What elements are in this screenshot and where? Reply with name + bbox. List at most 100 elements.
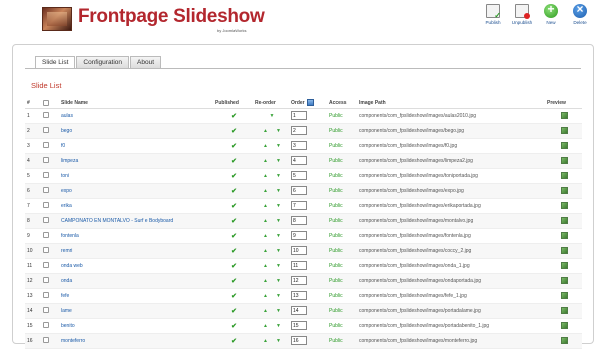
access-link[interactable]: Public	[327, 138, 357, 154]
preview-image-icon[interactable]	[561, 262, 568, 269]
access-link[interactable]: Public	[327, 153, 357, 169]
slide-name-link[interactable]: fontenla	[59, 228, 213, 244]
row-checkbox[interactable]	[43, 127, 49, 134]
order-input[interactable]	[291, 126, 307, 135]
new-button[interactable]: New	[539, 2, 563, 25]
row-checkbox[interactable]	[43, 157, 49, 164]
move-down-icon[interactable]: ▼	[276, 173, 281, 179]
row-checkbox[interactable]	[43, 322, 49, 329]
publish-button[interactable]: Publish	[481, 4, 505, 25]
order-input[interactable]	[291, 306, 307, 315]
access-link[interactable]: Public	[327, 228, 357, 244]
order-input[interactable]	[291, 291, 307, 300]
slide-name-link[interactable]: erika	[59, 198, 213, 214]
move-down-icon[interactable]: ▼	[276, 248, 281, 254]
row-checkbox[interactable]	[43, 262, 49, 269]
move-up-icon[interactable]: ▲	[263, 128, 268, 134]
move-up-icon[interactable]: ▲	[263, 338, 268, 344]
preview-image-icon[interactable]	[561, 217, 568, 224]
access-link[interactable]: Public	[327, 168, 357, 184]
access-link[interactable]: Public	[327, 258, 357, 274]
published-check-icon[interactable]: ✔	[231, 218, 237, 225]
move-up-icon[interactable]: ▲	[263, 143, 268, 149]
preview-image-icon[interactable]	[561, 247, 568, 254]
col-order[interactable]: Order	[289, 98, 327, 109]
preview-image-icon[interactable]	[561, 187, 568, 194]
published-check-icon[interactable]: ✔	[231, 203, 237, 210]
row-checkbox[interactable]	[43, 187, 49, 194]
move-down-icon[interactable]: ▼	[276, 308, 281, 314]
row-checkbox[interactable]	[43, 307, 49, 314]
order-input[interactable]	[291, 156, 307, 165]
preview-image-icon[interactable]	[561, 127, 568, 134]
preview-image-icon[interactable]	[561, 277, 568, 284]
row-checkbox[interactable]	[43, 232, 49, 239]
move-up-icon[interactable]: ▲	[263, 308, 268, 314]
preview-image-icon[interactable]	[561, 232, 568, 239]
published-check-icon[interactable]: ✔	[231, 248, 237, 255]
tab-slide-list[interactable]: Slide List	[35, 56, 76, 68]
slide-name-link[interactable]: benito	[59, 318, 213, 334]
order-input[interactable]	[291, 261, 307, 270]
unpublish-button[interactable]: Unpublish	[510, 4, 534, 25]
order-input[interactable]	[291, 321, 307, 330]
slide-name-link[interactable]: expo	[59, 183, 213, 199]
move-down-icon[interactable]: ▼	[276, 278, 281, 284]
tab-configuration[interactable]: Configuration	[76, 56, 130, 68]
access-link[interactable]: Public	[327, 318, 357, 334]
move-up-icon[interactable]: ▲	[263, 323, 268, 329]
order-input[interactable]	[291, 186, 307, 195]
order-input[interactable]	[291, 171, 307, 180]
delete-button[interactable]: Delete	[568, 2, 592, 25]
move-down-icon[interactable]: ▼	[276, 218, 281, 224]
access-link[interactable]: Public	[327, 333, 357, 349]
preview-image-icon[interactable]	[561, 292, 568, 299]
slide-name-link[interactable]: f0	[59, 138, 213, 154]
order-input[interactable]	[291, 231, 307, 240]
slide-name-link[interactable]: toni	[59, 168, 213, 184]
move-down-icon[interactable]: ▼	[276, 233, 281, 239]
move-down-icon[interactable]: ▼	[276, 203, 281, 209]
row-checkbox[interactable]	[43, 142, 49, 149]
slide-name-link[interactable]: fefe	[59, 288, 213, 304]
row-checkbox[interactable]	[43, 217, 49, 224]
row-checkbox[interactable]	[43, 172, 49, 179]
published-check-icon[interactable]: ✔	[231, 143, 237, 150]
col-name[interactable]: Slide Name	[59, 98, 213, 109]
access-link[interactable]: Public	[327, 213, 357, 229]
move-down-icon[interactable]: ▼	[276, 128, 281, 134]
preview-image-icon[interactable]	[561, 202, 568, 209]
published-check-icon[interactable]: ✔	[231, 278, 237, 285]
move-up-icon[interactable]: ▲	[263, 218, 268, 224]
select-all-checkbox[interactable]	[43, 99, 49, 106]
move-up-icon[interactable]: ▲	[263, 203, 268, 209]
preview-image-icon[interactable]	[561, 337, 568, 344]
access-link[interactable]: Public	[327, 303, 357, 319]
published-check-icon[interactable]: ✔	[231, 323, 237, 330]
slide-name-link[interactable]: onda	[59, 273, 213, 289]
preview-image-icon[interactable]	[561, 112, 568, 119]
published-check-icon[interactable]: ✔	[231, 158, 237, 165]
row-checkbox[interactable]	[43, 202, 49, 209]
published-check-icon[interactable]: ✔	[231, 233, 237, 240]
published-check-icon[interactable]: ✔	[231, 113, 237, 120]
slide-name-link[interactable]: monteferro	[59, 333, 213, 349]
move-up-icon[interactable]: ▲	[263, 158, 268, 164]
published-check-icon[interactable]: ✔	[231, 293, 237, 300]
move-up-icon[interactable]: ▲	[263, 188, 268, 194]
slide-name-link[interactable]: remri	[59, 243, 213, 259]
order-input[interactable]	[291, 216, 307, 225]
preview-image-icon[interactable]	[561, 172, 568, 179]
preview-image-icon[interactable]	[561, 142, 568, 149]
row-checkbox[interactable]	[43, 112, 49, 119]
slide-name-link[interactable]: limpeza	[59, 153, 213, 169]
published-check-icon[interactable]: ✔	[231, 188, 237, 195]
published-check-icon[interactable]: ✔	[231, 173, 237, 180]
preview-image-icon[interactable]	[561, 157, 568, 164]
published-check-icon[interactable]: ✔	[231, 338, 237, 345]
order-input[interactable]	[291, 246, 307, 255]
move-down-icon[interactable]: ▼	[276, 263, 281, 269]
preview-image-icon[interactable]	[561, 322, 568, 329]
access-link[interactable]: Public	[327, 108, 357, 124]
order-input[interactable]	[291, 276, 307, 285]
